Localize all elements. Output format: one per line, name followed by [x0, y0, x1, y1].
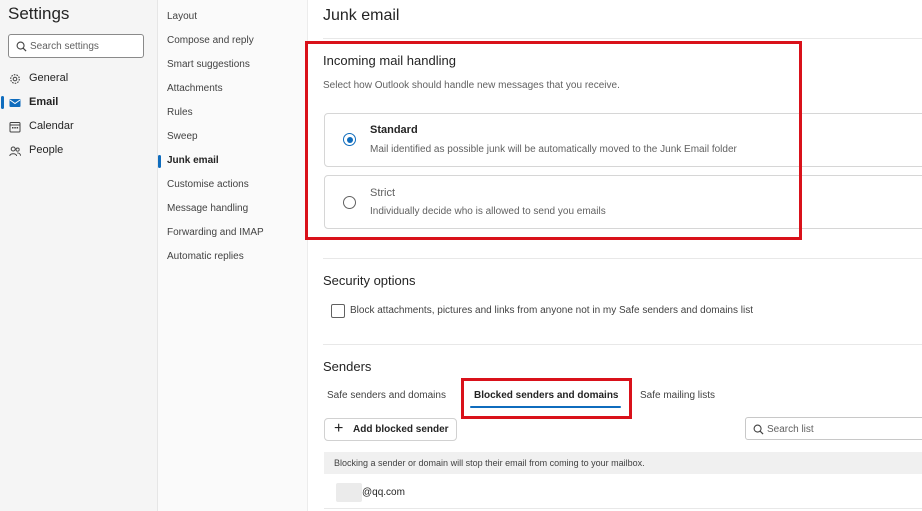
- junk-email-settings: Junk email Incoming mail handling Select…: [309, 0, 922, 511]
- category-forwarding-and-imap[interactable]: Forwarding and IMAP: [167, 227, 264, 238]
- blocked-sender-address: @qq.com: [362, 487, 405, 498]
- settings-nav-pane: Settings General Email Calendar: [0, 0, 158, 511]
- tab-safe-senders[interactable]: Safe senders and domains: [327, 390, 446, 401]
- nav-item-label: General: [29, 72, 69, 84]
- list-search-input[interactable]: [767, 421, 917, 437]
- senders-heading: Senders: [323, 359, 372, 374]
- nav-item-label: Calendar: [29, 120, 74, 132]
- divider: [324, 508, 922, 509]
- category-layout[interactable]: Layout: [167, 11, 197, 22]
- blocked-sender-row[interactable]: @qq.com: [324, 480, 922, 506]
- incoming-mail-heading: Incoming mail handling: [323, 53, 456, 68]
- divider: [323, 344, 922, 345]
- category-sweep[interactable]: Sweep: [167, 131, 198, 142]
- email-categories-pane: Layout Compose and reply Smart suggestio…: [158, 0, 308, 511]
- divider: [323, 258, 922, 259]
- incoming-mail-description: Select how Outlook should handle new mes…: [323, 80, 620, 91]
- block-content-checkbox[interactable]: [331, 304, 345, 318]
- blocking-info-bar: Blocking a sender or domain will stop th…: [324, 452, 922, 474]
- plus-icon: +: [334, 420, 344, 437]
- page-title: Junk email: [323, 7, 400, 24]
- category-attachments[interactable]: Attachments: [167, 83, 223, 94]
- nav-item-general[interactable]: General: [0, 69, 150, 89]
- category-automatic-replies[interactable]: Automatic replies: [167, 251, 244, 262]
- category-junk-email[interactable]: Junk email: [158, 155, 219, 168]
- search-icon: [753, 424, 764, 435]
- category-smart-suggestions[interactable]: Smart suggestions: [167, 59, 250, 70]
- list-search-box[interactable]: [745, 417, 922, 440]
- radio-button[interactable]: [343, 196, 356, 209]
- info-text: Blocking a sender or domain will stop th…: [334, 458, 645, 468]
- calendar-icon: [9, 122, 21, 133]
- tab-blocked-senders[interactable]: Blocked senders and domains: [474, 390, 619, 401]
- category-customise-actions[interactable]: Customise actions: [167, 179, 249, 190]
- redacted-text: [336, 483, 362, 502]
- nav-item-email[interactable]: Email: [0, 93, 150, 113]
- nav-item-calendar[interactable]: Calendar: [0, 117, 150, 137]
- category-message-handling[interactable]: Message handling: [167, 203, 248, 214]
- button-label: Add blocked sender: [353, 424, 449, 435]
- category-label: Junk email: [167, 155, 219, 166]
- settings-search-input[interactable]: [30, 38, 138, 54]
- nav-item-label: Email: [29, 96, 59, 108]
- gear-icon: [10, 74, 20, 84]
- option-description: Individually decide who is allowed to se…: [370, 206, 606, 217]
- security-options-heading: Security options: [323, 273, 416, 288]
- option-title: Standard: [370, 124, 418, 136]
- block-content-label: Block attachments, pictures and links fr…: [350, 305, 753, 316]
- option-description: Mail identified as possible junk will be…: [370, 144, 737, 155]
- settings-search-box[interactable]: [8, 34, 144, 58]
- selection-indicator: [158, 155, 161, 168]
- category-rules[interactable]: Rules: [167, 107, 193, 118]
- category-compose-and-reply[interactable]: Compose and reply: [167, 35, 254, 46]
- option-standard[interactable]: Standard Mail identified as possible jun…: [324, 113, 922, 167]
- selection-indicator: [1, 96, 4, 109]
- option-title: Strict: [370, 187, 396, 199]
- option-strict[interactable]: Strict Individually decide who is allowe…: [324, 175, 922, 229]
- people-icon: [9, 146, 21, 157]
- nav-item-people[interactable]: People: [0, 141, 150, 161]
- add-blocked-sender-button[interactable]: + Add blocked sender: [324, 418, 457, 441]
- search-icon: [16, 41, 27, 52]
- mail-icon: [9, 99, 21, 107]
- nav-item-label: People: [29, 144, 64, 156]
- radio-button-selected[interactable]: [343, 133, 356, 146]
- active-tab-indicator: [470, 406, 621, 408]
- divider: [323, 38, 922, 39]
- tab-safe-mailing-lists[interactable]: Safe mailing lists: [640, 390, 715, 401]
- settings-title: Settings: [8, 4, 70, 23]
